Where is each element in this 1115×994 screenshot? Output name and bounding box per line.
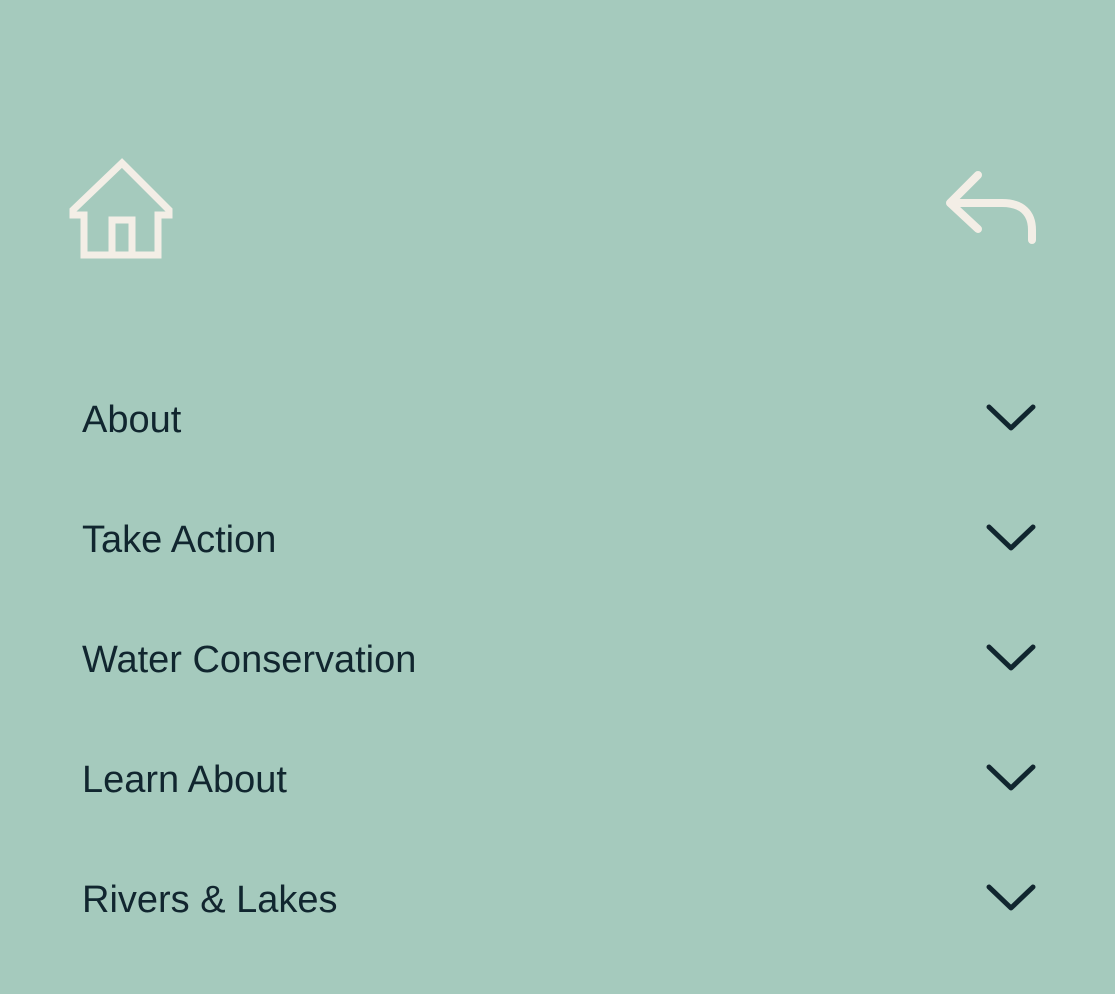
nav-item-take-action[interactable]: Take Action xyxy=(0,480,1115,600)
chevron-down-icon[interactable] xyxy=(984,882,1038,914)
chevron-down-icon[interactable] xyxy=(984,642,1038,674)
nav-item-label: About xyxy=(82,399,182,441)
reply-back-icon xyxy=(946,171,1036,244)
nav-item-about[interactable]: About xyxy=(0,360,1115,480)
nav-item-label: Learn About xyxy=(82,759,287,801)
chevron-down-icon[interactable] xyxy=(984,762,1038,794)
navigation-menu-panel: About Take Action Water Conservation Lea… xyxy=(0,0,1115,994)
nav-menu-list: About Take Action Water Conservation Lea… xyxy=(0,360,1115,960)
nav-item-label: Rivers & Lakes xyxy=(82,879,338,921)
chevron-down-icon[interactable] xyxy=(984,402,1038,434)
nav-item-rivers-lakes[interactable]: Rivers & Lakes xyxy=(0,840,1115,960)
nav-item-water-conservation[interactable]: Water Conservation xyxy=(0,600,1115,720)
nav-item-label: Water Conservation xyxy=(82,639,417,681)
back-button[interactable] xyxy=(940,165,1040,247)
home-button[interactable] xyxy=(66,155,178,263)
nav-item-label: Take Action xyxy=(82,519,277,561)
home-icon xyxy=(69,158,173,259)
chevron-down-icon[interactable] xyxy=(984,522,1038,554)
nav-item-learn-about[interactable]: Learn About xyxy=(0,720,1115,840)
